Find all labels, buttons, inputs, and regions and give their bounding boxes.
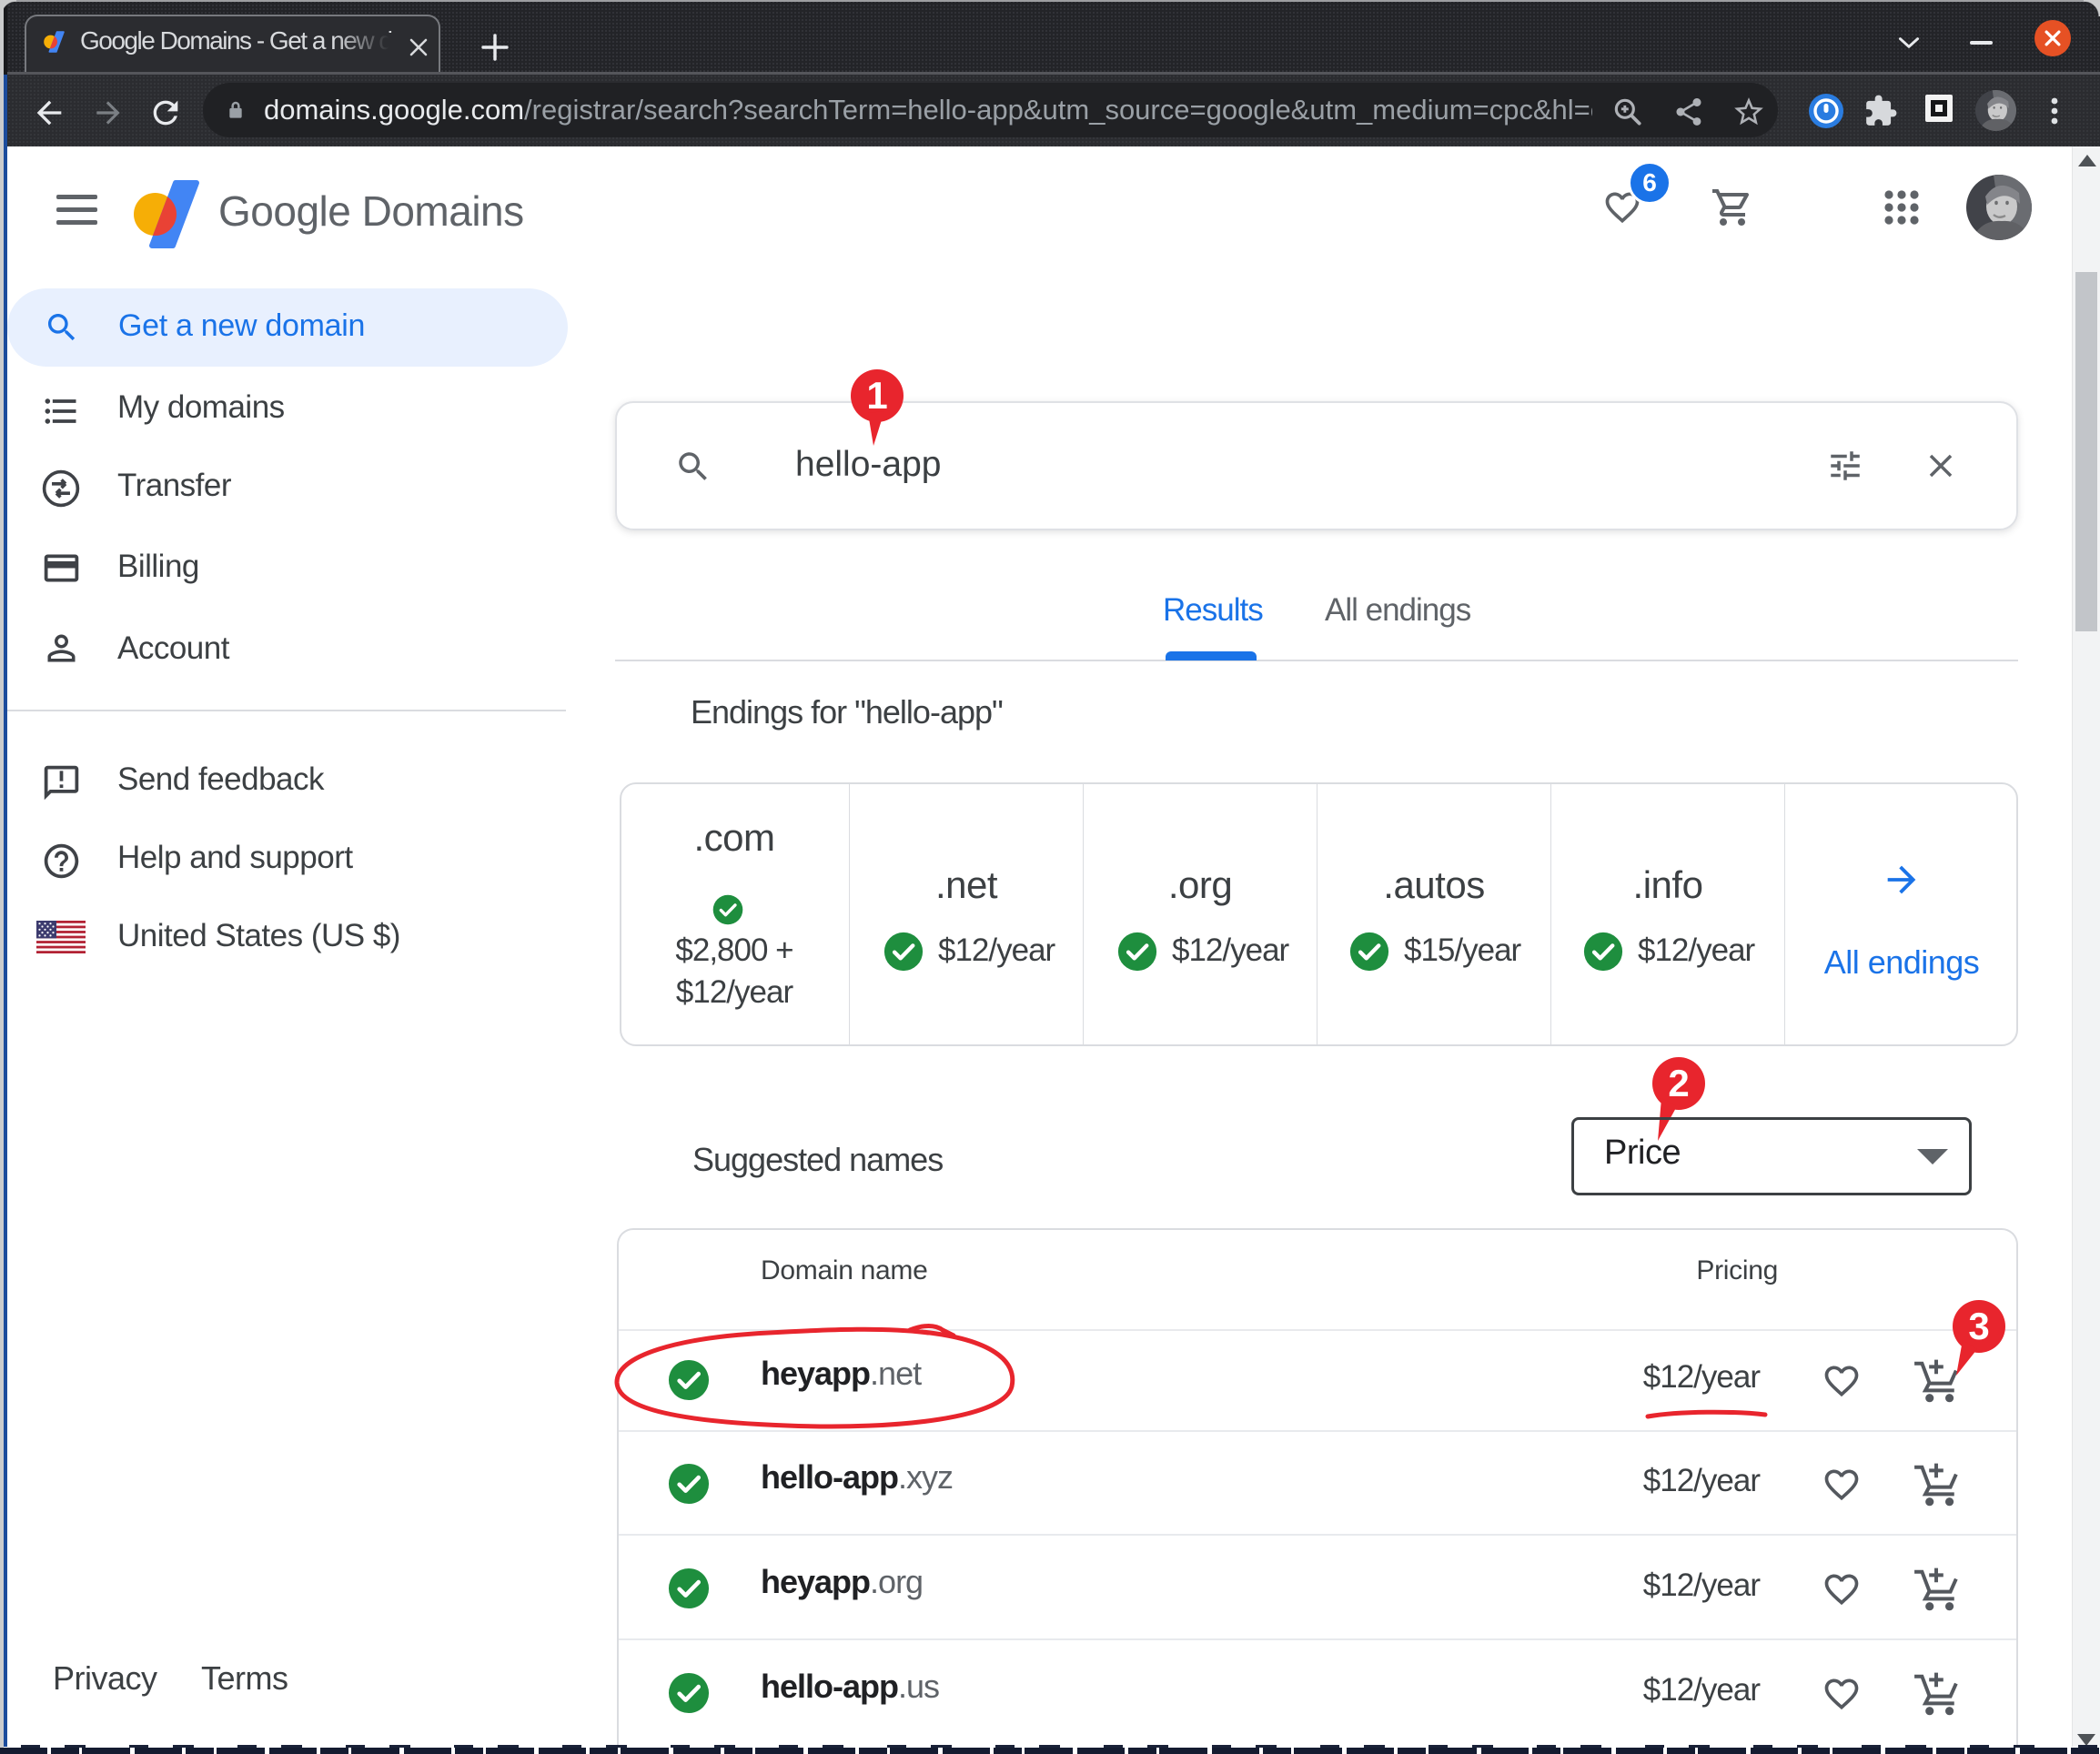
svg-text:3: 3 [1968,1305,1989,1347]
svg-text:2: 2 [1668,1062,1689,1104]
svg-text:1: 1 [866,374,887,417]
